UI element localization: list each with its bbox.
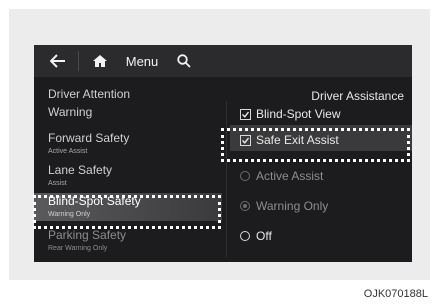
home-icon (93, 55, 107, 67)
menu-item-title: Parking Safety (48, 228, 127, 242)
menu-item-subtitle: Rear Warning Only (48, 245, 108, 252)
option-label: Active Assist (256, 169, 324, 183)
radio-button-selected[interactable] (240, 201, 250, 211)
search-icon (177, 54, 191, 68)
option-label: Blind-Spot View (256, 107, 341, 121)
radio-button[interactable] (240, 231, 250, 241)
menu-item-title: Forward Safety (48, 131, 130, 145)
back-arrow-icon (50, 54, 65, 68)
panel-title: Driver Assistance (311, 89, 404, 103)
callout-blind-spot-safety (33, 195, 221, 229)
callout-safe-exit-assist (221, 128, 410, 162)
divider (78, 51, 79, 71)
radio-dot (243, 204, 247, 208)
option-active-assist[interactable]: Active Assist (230, 165, 412, 187)
option-off[interactable]: Off (230, 225, 412, 247)
option-label: Warning Only (256, 199, 329, 213)
menu-item-subtitle: Assist (48, 180, 67, 187)
settings-menu: Driver Attention Warning Forward Safety … (34, 87, 224, 262)
menu-item-title: Warning (48, 105, 93, 119)
option-blind-spot-view[interactable]: Blind-Spot View (230, 103, 412, 125)
menu-item-title: Lane Safety (48, 163, 113, 177)
menu-button[interactable]: Menu (120, 45, 164, 77)
options-list: Blind-Spot View Safe Exit Assist Active … (230, 103, 412, 262)
checkmark-icon (242, 111, 249, 118)
top-bar: Menu (34, 45, 412, 77)
home-button[interactable] (84, 45, 116, 77)
radio-button[interactable] (240, 171, 250, 181)
panel-divider (226, 101, 227, 257)
option-warning-only[interactable]: Warning Only (230, 195, 412, 217)
menu-item-subtitle: Active Assist (48, 148, 88, 155)
search-button[interactable] (168, 45, 200, 77)
checkbox-checked[interactable] (240, 109, 251, 120)
option-label: Off (256, 229, 272, 243)
menu-item-title: Driver Attention (48, 87, 131, 101)
figure-code: OJK070188L (363, 288, 428, 300)
back-button[interactable] (40, 45, 76, 77)
